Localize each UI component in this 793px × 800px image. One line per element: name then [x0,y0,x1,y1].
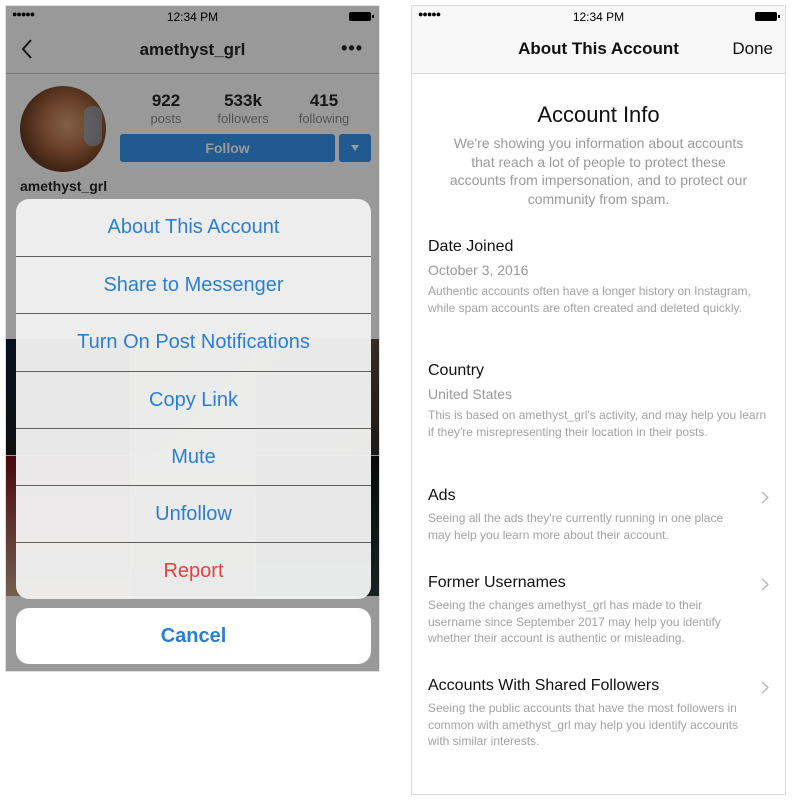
section-description: Seeing the changes amethyst_grl has made… [428,598,721,645]
cancel-button[interactable]: Cancel [16,608,371,664]
action-turn-on-post-notifications[interactable]: Turn On Post Notifications [16,313,371,370]
section-value: October 3, 2016 [428,262,529,278]
chevron-right-icon [761,578,769,591]
status-bar: ●●●●● 12:34 PM [412,6,785,26]
section-title: Accounts With Shared Followers [428,677,660,694]
section-title: Ads [428,487,456,504]
section-value: United States [428,386,513,402]
section-title: Date Joined [428,238,514,255]
battery-icon [755,12,780,21]
action-report[interactable]: Report [16,542,371,599]
done-button[interactable]: Done [732,39,773,59]
action-unfollow[interactable]: Unfollow [16,484,371,542]
account-info-heading: Account Info [537,102,660,127]
chevron-right-icon [761,681,769,694]
section-title: Country [428,362,485,379]
section-shared-followers[interactable]: Accounts With Shared Followers Seeing th… [428,677,773,750]
action-sheet: About This Account Share to Messenger Tu… [16,199,371,599]
action-share-to-messenger[interactable]: Share to Messenger [16,256,371,313]
section-ads[interactable]: Ads Seeing all the ads they're currently… [428,487,773,543]
status-time: 12:34 PM [572,10,625,24]
about-account-screen: ●●●●● 12:34 PM About This Account Done A… [411,5,786,795]
about-nav-title: About This Account [518,39,679,58]
section-title: Former Usernames [428,574,566,591]
account-info-intro: We're showing you information about acco… [449,135,748,207]
chevron-right-icon [761,491,769,504]
section-description: Seeing all the ads they're currently run… [428,511,724,542]
profile-screen: ●●●●● 12:34 PM amethyst_grl ••• 922 post… [5,5,380,672]
action-copy-link[interactable]: Copy Link [16,370,371,428]
action-about-this-account[interactable]: About This Account [16,199,371,256]
section-description: Seeing the public accounts that have the… [428,701,739,748]
section-date-joined: Date Joined October 3, 2016 Authentic ac… [428,238,769,316]
section-description: Authentic accounts often have a longer h… [428,284,751,315]
action-mute[interactable]: Mute [16,427,371,485]
about-nav-bar: ●●●●● 12:34 PM About This Account Done [412,6,785,74]
section-country: Country United States This is based on a… [428,362,769,440]
section-description: This is based on amethyst_grl's activity… [428,408,767,439]
section-former-usernames[interactable]: Former Usernames Seeing the changes amet… [428,574,773,647]
